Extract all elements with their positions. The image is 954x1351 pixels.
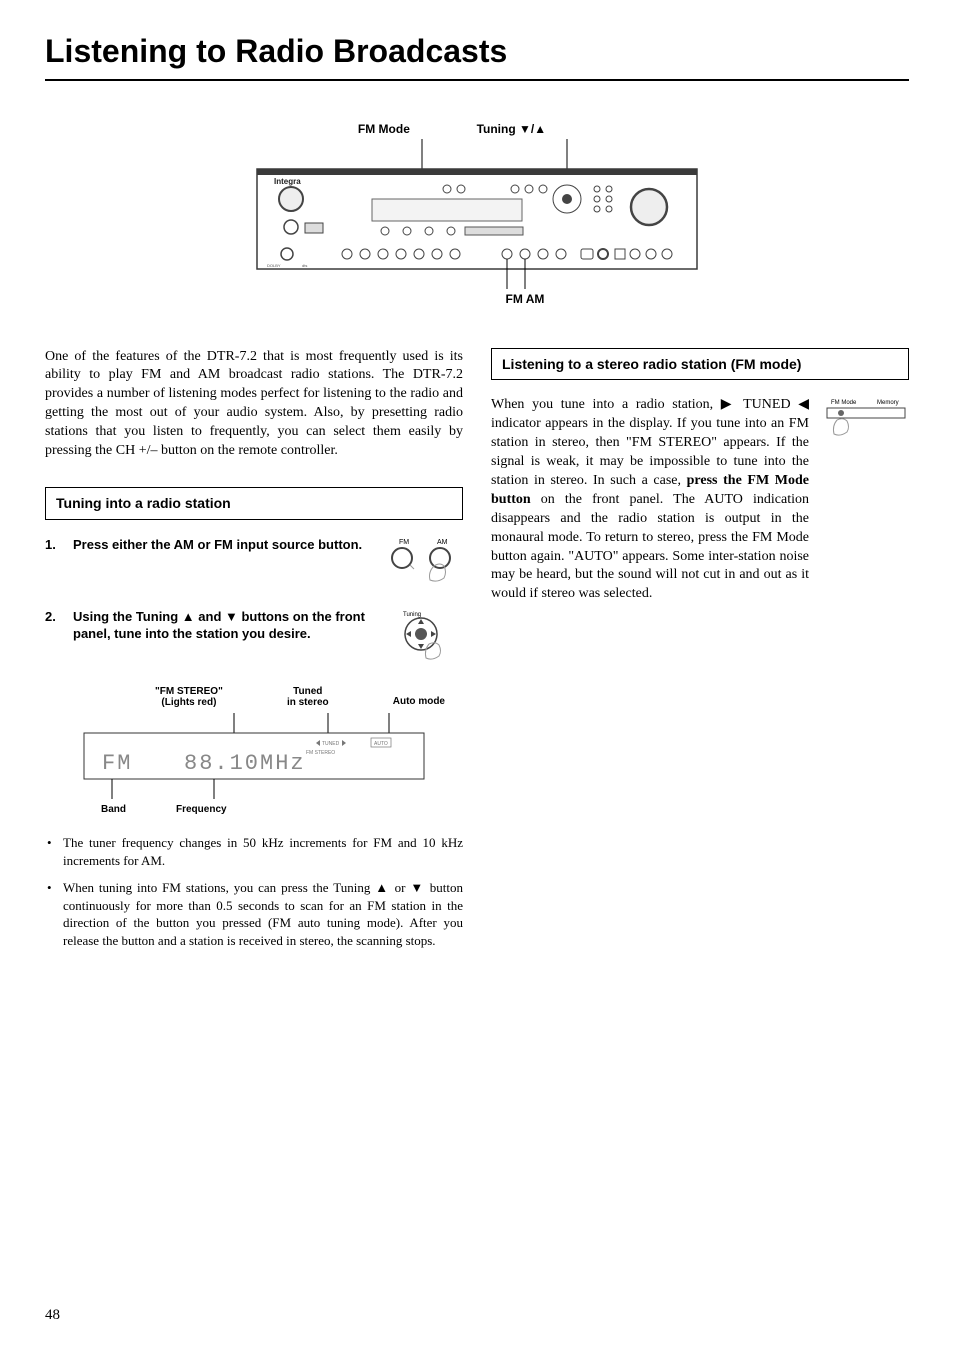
step2-icon: Tuning: [383, 608, 463, 664]
receiver-illustration: Integra DOLBY dts: [247, 139, 707, 289]
lbl-band: Band: [101, 803, 126, 817]
receiver-diagram: FM Mode Tuning ▼/▲ Integra: [45, 121, 909, 307]
svg-text:DOLBY: DOLBY: [267, 263, 281, 268]
lcd-display: TUNED FM STEREO AUTO FM 88.10MHz: [74, 713, 434, 799]
stereo-body: When you tune into a radio station, ▶ TU…: [491, 396, 809, 604]
display-readout: "FM STEREO"(Lights red) Tunedin stereo A…: [45, 686, 463, 817]
note-item: When tuning into FM stations, you can pr…: [63, 879, 463, 949]
stereo-section-heading: Listening to a stereo radio station (FM …: [491, 348, 909, 381]
svg-text:FM: FM: [102, 751, 132, 776]
step1-icon: FM AM: [383, 536, 463, 586]
step-2: 2. Using the Tuning ▲ and ▼ buttons on t…: [45, 608, 463, 664]
svg-text:FM: FM: [399, 539, 409, 546]
step1-number: 1.: [45, 536, 63, 554]
step2-number: 2.: [45, 608, 63, 626]
svg-text:AM: AM: [437, 539, 448, 546]
intro-paragraph: One of the features of the DTR-7.2 that …: [45, 348, 463, 461]
lbl-frequency: Frequency: [176, 803, 227, 817]
svg-text:Tuning: Tuning: [403, 612, 421, 618]
svg-text:FM Mode: FM Mode: [831, 400, 857, 406]
notes-list: The tuner frequency changes in 50 kHz in…: [63, 834, 463, 949]
svg-text:88.10MHz: 88.10MHz: [184, 751, 306, 776]
lbl-auto-mode: Auto mode: [393, 686, 445, 709]
page-number: 48: [45, 1305, 60, 1325]
step2-text: Using the Tuning ▲ and ▼ buttons on the …: [73, 608, 373, 643]
fm-am-label: FM AM: [141, 291, 909, 307]
fm-mode-label: FM Mode: [358, 121, 410, 137]
svg-text:FM STEREO: FM STEREO: [306, 750, 335, 756]
svg-text:Memory: Memory: [877, 400, 899, 406]
note-item: The tuner frequency changes in 50 kHz in…: [63, 834, 463, 869]
svg-text:dts: dts: [302, 263, 307, 268]
tuning-label: Tuning ▼/▲: [477, 121, 547, 137]
lbl-tuned: Tunedin stereo: [287, 686, 329, 709]
tuning-section-heading: Tuning into a radio station: [45, 487, 463, 520]
fm-mode-button-icon: FM Mode Memory: [823, 396, 909, 445]
svg-text:Integra: Integra: [274, 177, 301, 186]
svg-text:TUNED: TUNED: [322, 741, 340, 747]
svg-text:AUTO: AUTO: [374, 741, 388, 747]
lbl-fm-stereo: "FM STEREO"(Lights red): [155, 686, 223, 709]
page-title: Listening to Radio Broadcasts: [45, 30, 909, 81]
step1-text: Press either the AM or FM input source b…: [73, 536, 373, 554]
step-1: 1. Press either the AM or FM input sourc…: [45, 536, 463, 586]
